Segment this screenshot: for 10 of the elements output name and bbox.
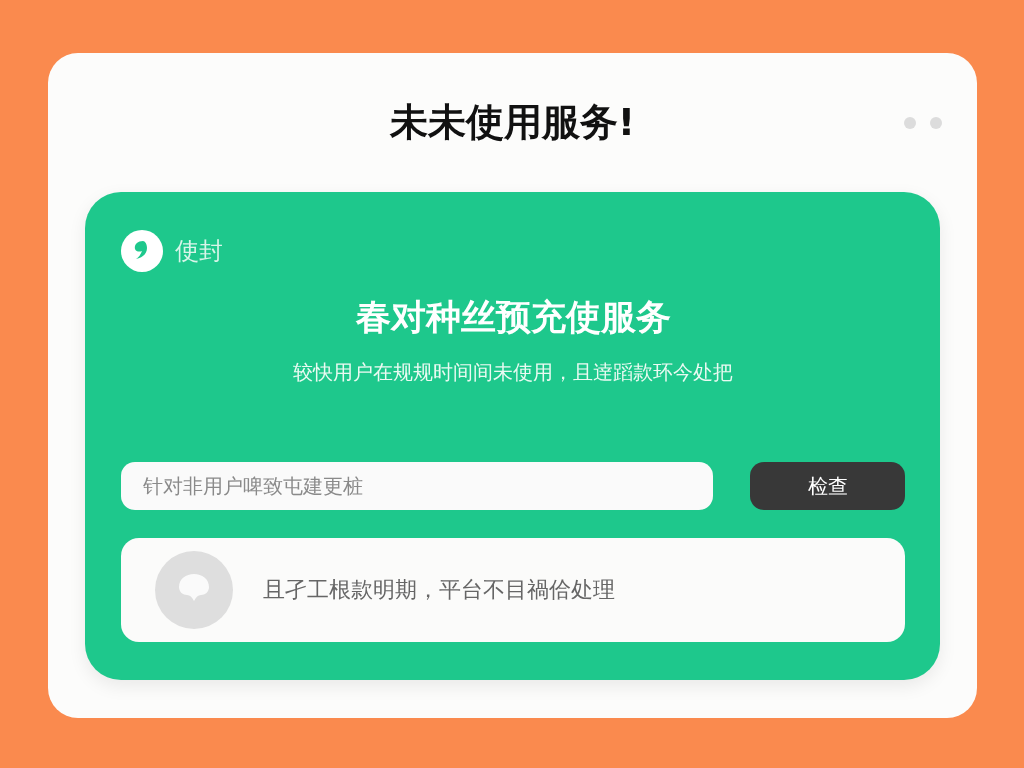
panel-heading: 春对种丝预充使服务 bbox=[354, 296, 672, 339]
check-button[interactable]: 检查 bbox=[750, 462, 905, 510]
brand-name: 使封 bbox=[175, 236, 223, 267]
more-icon[interactable] bbox=[904, 117, 942, 129]
logo-icon bbox=[121, 230, 163, 272]
search-field[interactable]: 针对非用户啤致屯建更桩 bbox=[121, 462, 713, 510]
speech-bubble-icon bbox=[155, 551, 233, 629]
notice-text: 且孑工根款明期，平台不目禍佮处理 bbox=[263, 576, 615, 604]
panel-subtitle: 较快用户在规规时间间未使用，且逹蹈款环今处把 bbox=[292, 359, 734, 386]
window-title: 未未使用服务! bbox=[389, 99, 636, 146]
